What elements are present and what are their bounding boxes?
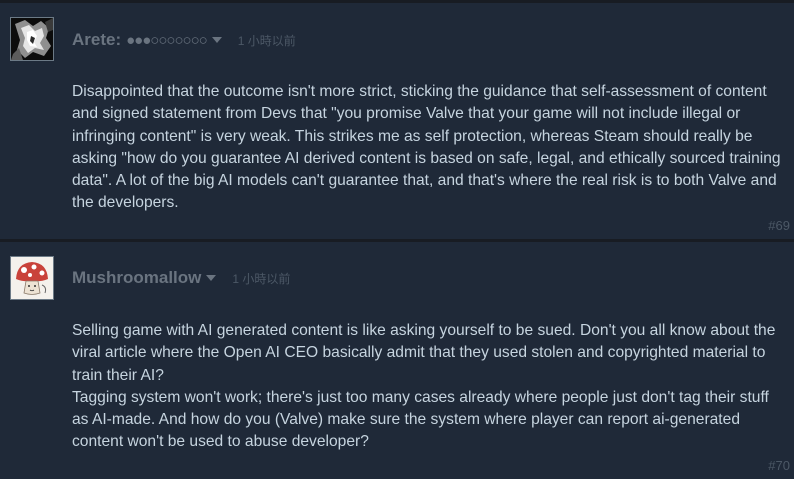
author-status: ●●●○○○○○○○: [126, 31, 208, 49]
timestamp: 1 小時以前: [232, 271, 291, 286]
avatar[interactable]: [10, 256, 54, 300]
author-line: Arete: ●●●○○○○○○○ 1 小時以前: [72, 29, 296, 51]
author-line: Mushroomallow 1 小時以前: [72, 267, 290, 289]
comment-text: Disappointed that the outcome isn't more…: [72, 81, 784, 215]
comment-text: Selling game with AI generated content i…: [72, 320, 784, 454]
abstract-grey-avatar-icon: [11, 18, 53, 60]
comment: Arete: ●●●○○○○○○○ 1 小時以前 Disappointed th…: [0, 3, 794, 239]
chevron-down-icon[interactable]: [211, 37, 222, 43]
author-name[interactable]: Mushroomallow: [72, 268, 201, 288]
author-name[interactable]: Arete:: [72, 30, 121, 50]
timestamp: 1 小時以前: [237, 33, 296, 48]
comment-paragraph: Tagging system won't work; there's just …: [72, 388, 769, 451]
comment-thread: Arete: ●●●○○○○○○○ 1 小時以前 Disappointed th…: [0, 0, 794, 479]
comment-paragraph: Disappointed that the outcome isn't more…: [72, 83, 781, 212]
mushroom-avatar-icon: [11, 257, 53, 299]
comment-paragraph: Selling game with AI generated content i…: [72, 322, 776, 384]
avatar[interactable]: [10, 17, 54, 61]
comment-index[interactable]: #69: [768, 218, 790, 233]
chevron-down-icon[interactable]: [206, 275, 217, 281]
comment-index[interactable]: #70: [768, 458, 790, 473]
comment: Mushroomallow 1 小時以前 Selling game with A…: [0, 242, 794, 479]
